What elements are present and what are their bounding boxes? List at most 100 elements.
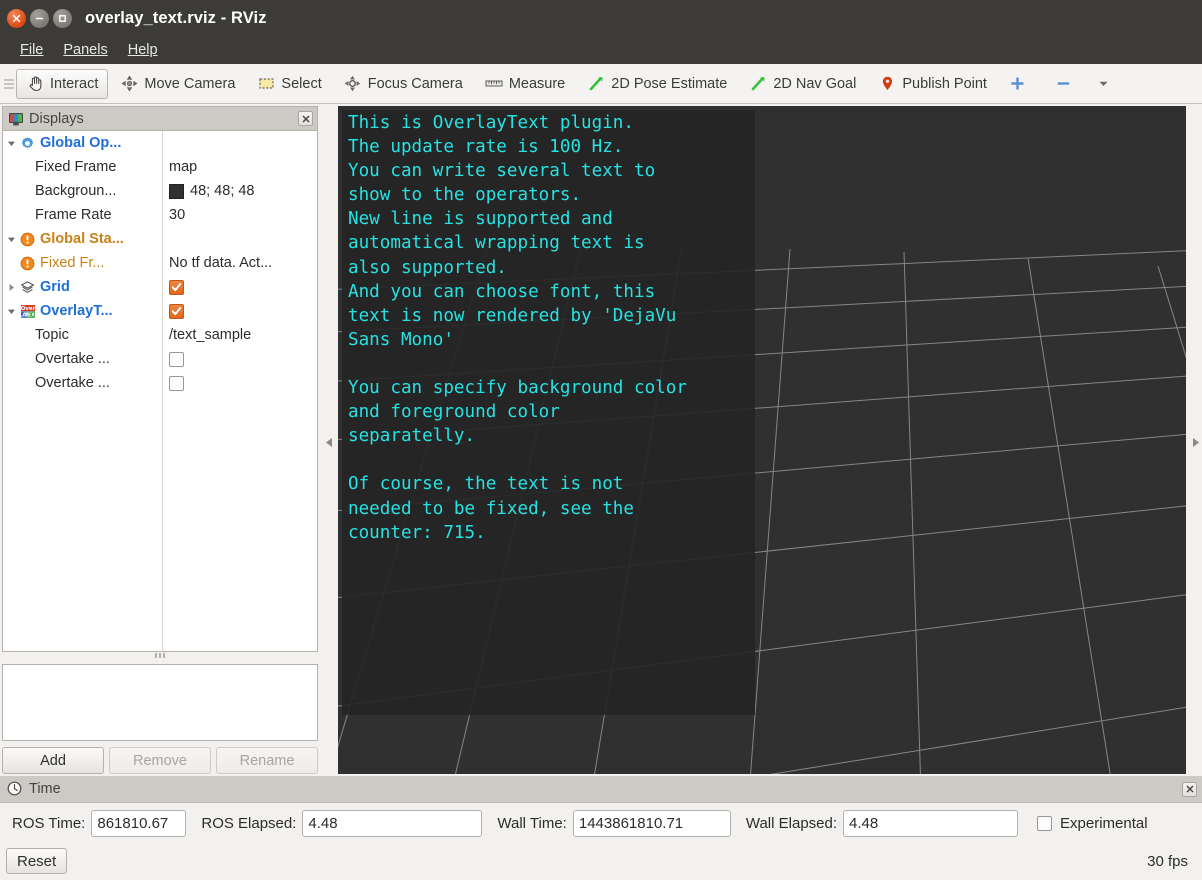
tool-measure[interactable]: Measure [475, 69, 575, 99]
ros-time-field[interactable]: 861810.67 [91, 809, 187, 837]
warning-icon [19, 232, 36, 247]
wall-elapsed-field[interactable]: 4.48 [843, 809, 1019, 837]
tool-publish-point[interactable]: Publish Point [868, 69, 997, 99]
time-fields-row: ROS Time: 861810.67 ROS Elapsed: 4.48 Wa… [0, 803, 1202, 843]
menu-file[interactable]: File [10, 40, 53, 61]
menu-help[interactable]: Help [118, 40, 168, 61]
experimental-label: Experimental [1060, 814, 1148, 832]
collapse-right-icon[interactable] [1188, 434, 1202, 450]
tree-row-fixed-frame-status[interactable]: Fixed Fr... No tf data. Act... [3, 251, 317, 275]
experimental-option[interactable]: Experimental [1037, 815, 1148, 832]
displays-panel-title: Displays [29, 110, 84, 127]
ros-elapsed-field[interactable]: 4.48 [302, 809, 483, 837]
tool-remove[interactable] [1045, 69, 1089, 99]
tree-label: Grid [40, 279, 70, 295]
chevron-down-icon[interactable] [3, 139, 19, 148]
add-display-button[interactable]: Add [2, 747, 104, 774]
minimize-window-button[interactable] [30, 9, 49, 28]
tree-label: Fixed Fr... [40, 255, 105, 271]
tool-select[interactable]: Select [247, 69, 331, 99]
time-panel-title: Time [29, 781, 61, 797]
displays-tree[interactable]: Global Op... Fixed Frame map Backgroun..… [2, 130, 318, 652]
color-swatch[interactable] [169, 183, 184, 199]
tree-row-fixed-frame[interactable]: Fixed Frame map [3, 155, 317, 179]
menu-help-label: Help [127, 42, 158, 58]
tool-2d-nav-goal[interactable]: 2D Nav Goal [739, 69, 866, 99]
maximize-window-button[interactable] [53, 9, 72, 28]
chevron-down-icon[interactable] [3, 307, 19, 316]
display-description-panel [2, 664, 318, 741]
tree-row-overtake-2[interactable]: Overtake ... [3, 371, 317, 395]
gear-icon [19, 136, 36, 151]
tree-row-background-color[interactable]: Backgroun... 48; 48; 48 [3, 179, 317, 203]
svg-text:TEXT: TEXT [24, 312, 35, 318]
clock-icon [7, 781, 23, 797]
displays-button-row: Add Remove Rename [2, 747, 318, 774]
tree-row-global-status[interactable]: Global Sta... [3, 227, 317, 251]
tool-interact[interactable]: Interact [16, 68, 109, 99]
chevron-down-icon[interactable] [3, 235, 19, 244]
displays-panel: Displays Global Op... Fixed Frame map Ba… [2, 106, 318, 774]
overtake-2-checkbox[interactable] [169, 375, 184, 391]
remove-display-button[interactable]: Remove [109, 747, 211, 774]
wall-time-label: Wall Time: [497, 814, 567, 832]
tree-value[interactable]: /text_sample [169, 327, 251, 343]
move-camera-icon [120, 75, 138, 93]
tool-add[interactable] [999, 69, 1043, 99]
select-rect-icon [257, 75, 275, 93]
close-icon[interactable] [1182, 781, 1197, 797]
time-panel: Time ROS Time: 861810.67 ROS Elapsed: 4.… [0, 776, 1202, 880]
focus-camera-icon [344, 75, 362, 93]
toolbar-grip[interactable] [4, 73, 14, 95]
experimental-checkbox[interactable] [1037, 815, 1053, 831]
menu-panels[interactable]: Panels [53, 40, 117, 61]
tool-2d-pose-estimate-label: 2D Pose Estimate [611, 75, 728, 92]
menu-file-label: File [20, 42, 44, 58]
tree-label: OverlayT... [40, 303, 113, 319]
tree-row-grid[interactable]: Grid [3, 275, 317, 299]
tree-label: Global Sta... [40, 231, 124, 247]
reset-button[interactable]: Reset [6, 848, 68, 874]
window-titlebar: overlay_text.rviz - RViz [0, 0, 1202, 37]
remove-display-label: Remove [133, 752, 187, 769]
wall-elapsed-label: Wall Elapsed: [745, 814, 838, 832]
tree-row-topic[interactable]: Topic /text_sample [3, 323, 317, 347]
wall-time-field[interactable]: 1443861810.71 [572, 809, 731, 837]
tool-focus-camera[interactable]: Focus Camera [334, 69, 473, 99]
3d-render-view[interactable]: This is OverlayText plugin. The update r… [338, 106, 1186, 774]
grid-enabled-checkbox[interactable] [169, 279, 184, 295]
close-icon[interactable] [298, 111, 313, 126]
monitor-icon [8, 111, 24, 127]
tree-label: Topic [35, 327, 69, 343]
tree-row-frame-rate[interactable]: Frame Rate 30 [3, 203, 317, 227]
tool-measure-label: Measure [508, 75, 566, 92]
tool-interact-label: Interact [50, 75, 99, 92]
overlaytext-enabled-checkbox[interactable] [169, 303, 184, 319]
tool-move-camera[interactable]: Move Camera [110, 69, 245, 99]
tree-value[interactable]: 48; 48; 48 [190, 183, 255, 199]
map-pin-icon [878, 75, 896, 93]
tree-value[interactable]: map [169, 159, 197, 175]
tree-value[interactable]: 30 [169, 207, 185, 223]
tree-row-global-options[interactable]: Global Op... [3, 131, 317, 155]
rename-display-label: Rename [239, 752, 295, 769]
grid-layers-icon [19, 280, 36, 295]
overtake-1-checkbox[interactable] [169, 351, 184, 367]
hand-cursor-icon [26, 75, 44, 93]
menu-panels-label: Panels [63, 42, 108, 58]
collapse-left-icon[interactable] [322, 434, 336, 450]
chevron-right-icon[interactable] [3, 283, 19, 292]
reset-button-label: Reset [17, 852, 57, 870]
toolbar-overflow-button[interactable] [1091, 69, 1122, 99]
close-window-button[interactable] [7, 9, 26, 28]
tree-row-overtake-1[interactable]: Overtake ... [3, 347, 317, 371]
panel-splitter-handle[interactable] [2, 652, 318, 659]
menubar: File Panels Help [0, 37, 1202, 64]
rename-display-button[interactable]: Rename [216, 747, 318, 774]
tool-2d-pose-estimate[interactable]: 2D Pose Estimate [577, 69, 737, 99]
green-arrow-icon [587, 75, 605, 93]
main-area: Displays Global Op... Fixed Frame map Ba… [0, 104, 1202, 776]
tree-row-overlaytext[interactable]: Over LAY TEXT OverlayT... [3, 299, 317, 323]
warning-icon [19, 256, 36, 271]
time-panel-header: Time [0, 776, 1202, 803]
